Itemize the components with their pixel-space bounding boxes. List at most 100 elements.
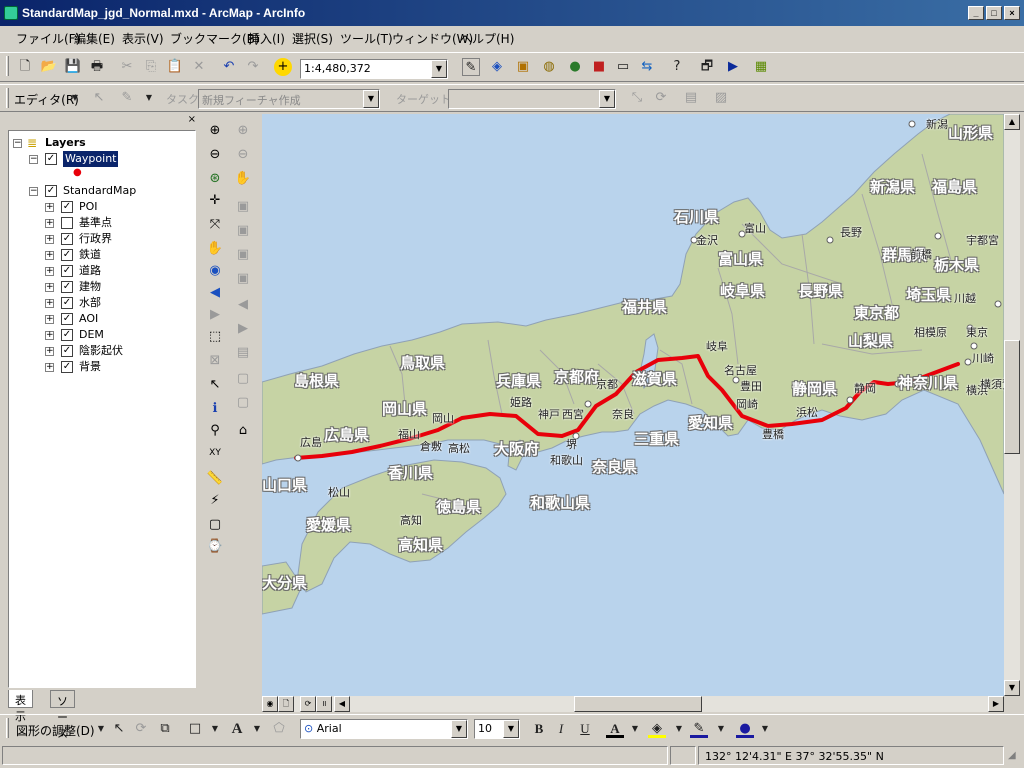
visibility-checkbox[interactable]: ✓ [45,153,57,165]
expand-icon[interactable]: + [45,235,54,244]
delete-icon[interactable]: ✕ [190,58,208,76]
resize-grip-icon[interactable]: ◢ [1008,750,1016,761]
zoom-whole-page-icon[interactable]: ▣ [234,198,252,216]
menu-selection[interactable]: 選択(S) [292,30,333,47]
attributes-icon[interactable]: ▤ [682,89,700,107]
hyperlink-lightning-icon[interactable]: ⚡ [206,492,224,510]
zoom-out-icon[interactable]: ⊖ [206,146,224,164]
font-combo[interactable]: ⊙ Arial ▼ [300,719,468,739]
layout-icon[interactable]: 🗗 [698,58,716,76]
visibility-checkbox[interactable]: ✓ [61,297,73,309]
chevron-down-icon[interactable]: ▼ [626,720,644,738]
change-layout-icon[interactable]: ⌂ [234,422,252,440]
target-combo[interactable]: ▼ [448,89,616,109]
marker-color-icon[interactable]: ● [736,720,754,738]
expand-icon[interactable]: + [45,315,54,324]
menu-insert[interactable]: 挿入(I) [248,30,285,47]
chevron-down-icon[interactable]: ▼ [363,90,379,108]
toolbar-grip[interactable] [6,88,9,108]
model-builder-icon[interactable]: ⇆ [638,58,656,76]
layout-zoom-out-icon[interactable]: ⊖ [234,146,252,164]
expand-icon[interactable]: + [45,267,54,276]
collapse-icon[interactable]: − [29,155,38,164]
pause-drawing-icon[interactable]: ॥ [316,696,332,712]
split-tool-icon[interactable]: ⤡ [628,89,646,107]
expand-icon[interactable]: + [45,251,54,260]
menu-edit[interactable]: 編集(E) [74,30,115,47]
open-folder-icon[interactable]: 📂 [40,58,58,76]
command-line-icon[interactable]: ◍ [540,58,558,76]
fixed-zoom-out-layout-icon[interactable]: ▣ [234,270,252,288]
visibility-checkbox[interactable]: ✓ [61,361,73,373]
tab-source[interactable]: ソース [50,690,75,740]
arrow-right-icon[interactable]: ▶ [724,58,742,76]
cut-icon[interactable]: ✂ [118,58,136,76]
chevron-down-icon[interactable]: ▼ [66,89,84,107]
go-to-xy-icon[interactable]: XY [206,444,224,462]
globe-icon[interactable]: ● [566,58,584,76]
arccatalog-icon[interactable]: ◈ [488,58,506,76]
scroll-down-icon[interactable]: ▼ [1004,680,1020,696]
map-view[interactable]: 山形県 新潟県 福島県 石川県 富山県 群馬県 栃木県 岐阜県 長野県 埼玉県 福井県 東京都 山梨県鳥… [262,114,1004,696]
save-icon[interactable]: 💾 [64,58,82,76]
expand-icon[interactable]: + [45,219,54,228]
edit-tool-icon[interactable]: ↖ [90,89,108,107]
select-elements-arrow-icon[interactable]: ↖ [206,376,224,394]
select-features-icon[interactable]: ⬚ [206,328,224,346]
identify-icon[interactable]: ℹ [206,400,224,418]
font-color-button[interactable]: A [606,720,624,738]
copy-icon[interactable]: ⎘ [142,58,160,76]
drawing-menu[interactable]: 図形の調整(D) [16,722,95,739]
map-canvas[interactable] [262,114,1004,696]
measure-icon[interactable]: 📏 [206,470,224,488]
map-scale-combo[interactable]: 1:4,480,372 ▼ [300,59,448,79]
refresh-icon[interactable]: ⟳ [300,696,316,712]
paste-icon[interactable]: 📋 [166,58,184,76]
expand-icon[interactable]: + [45,299,54,308]
data-view-icon[interactable]: ◉ [262,696,278,712]
menu-help[interactable]: ヘルプ(H) [460,30,514,47]
visibility-checkbox[interactable]: ✓ [61,281,73,293]
sketch-tool-icon[interactable]: ✎ [118,89,136,107]
new-document-icon[interactable]: 🗋 [16,58,34,76]
menu-tools[interactable]: ツール(T) [340,30,393,47]
vertical-scroll-thumb[interactable] [1004,340,1020,454]
bold-button[interactable]: B [530,720,548,738]
menu-view[interactable]: 表示(V) [122,30,164,47]
visibility-checkbox[interactable] [61,217,73,229]
whats-this-icon[interactable]: ? [668,58,686,76]
collapse-icon[interactable]: − [29,187,38,196]
toolbar-grip[interactable] [6,718,9,738]
expand-icon[interactable]: + [45,331,54,340]
chevron-down-icon[interactable]: ▼ [451,720,467,738]
line-color-pen-icon[interactable]: ✎ [690,720,708,738]
font-size-combo[interactable]: 10 ▼ [474,719,520,739]
zoom-in-icon[interactable]: ⊕ [206,122,224,140]
zoom-whole-page-icon[interactable]: ⧉ [156,720,174,738]
scroll-left-icon[interactable]: ◀ [334,696,350,712]
visibility-checkbox[interactable]: ✓ [61,329,73,341]
print-icon[interactable]: 🖶 [88,58,106,76]
chevron-down-icon[interactable]: ▼ [599,90,615,108]
layout-back-icon[interactable]: ◀ [234,296,252,314]
italic-button[interactable]: I [552,720,570,738]
horizontal-scrollbar[interactable]: ◉ 🗋 ⟳ ॥ ◀ ▶ [262,696,1004,712]
edit-vertices-icon[interactable]: ⬠ [270,720,288,738]
underline-button[interactable]: U [576,720,594,738]
visibility-checkbox[interactable]: ✓ [61,233,73,245]
chevron-down-icon[interactable]: ▼ [712,720,730,738]
horizontal-scroll-thumb[interactable] [574,696,702,712]
find-binoculars-icon[interactable]: ⚲ [206,422,224,440]
expand-icon[interactable]: + [45,347,54,356]
layout-view-icon[interactable]: 🗋 [278,696,294,712]
close-icon[interactable]: × [188,114,196,125]
zoom-out-fixed-icon[interactable]: ⤧ [206,216,224,234]
sketch-properties-icon[interactable]: ▨ [712,89,730,107]
tab-display[interactable]: 表示 [8,690,33,723]
back-arrow-icon[interactable]: ◀ [206,284,224,302]
scroll-right-icon[interactable]: ▶ [988,696,1004,712]
layout-pan-icon[interactable]: ✋ [234,170,252,188]
html-popup-icon[interactable]: ▢ [206,516,224,534]
add-data-icon[interactable]: + [274,58,292,76]
arctoolbox-icon[interactable]: ▣ [514,58,532,76]
